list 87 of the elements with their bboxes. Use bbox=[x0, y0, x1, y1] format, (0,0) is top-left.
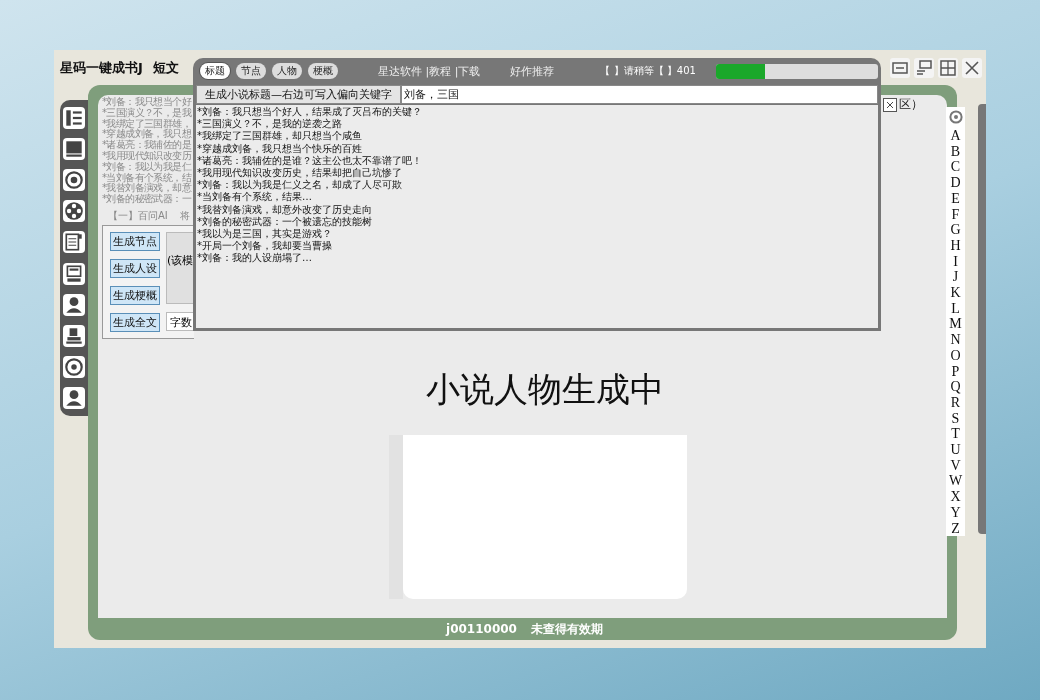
info-box: (该模 bbox=[166, 231, 194, 304]
result-item[interactable]: *穿越成刘备，我只想当个快乐的百姓 bbox=[197, 142, 878, 155]
index-letter[interactable]: U bbox=[950, 442, 961, 458]
layout-icon[interactable] bbox=[938, 58, 958, 78]
index-letter[interactable]: M bbox=[949, 316, 962, 333]
index-letter[interactable]: Y bbox=[950, 504, 961, 521]
validity-text: 未查得有效期 bbox=[530, 620, 603, 638]
list-item: *我绑定了三国群雄， bbox=[102, 118, 191, 130]
checkbox[interactable] bbox=[883, 97, 897, 112]
index-letter[interactable]: Z bbox=[951, 520, 960, 537]
generate-button[interactable]: 生成梗概 bbox=[110, 285, 160, 305]
list-item: *刘备：我只想当个好 bbox=[102, 97, 191, 108]
result-item[interactable]: *我以为是三国，其实是游戏？ bbox=[197, 228, 878, 241]
document-icon[interactable] bbox=[63, 231, 85, 254]
reel-icon[interactable] bbox=[63, 200, 85, 223]
index-letter[interactable]: O bbox=[950, 347, 961, 364]
person-at-desk-icon[interactable] bbox=[63, 324, 85, 347]
index-letter[interactable]: G bbox=[950, 222, 961, 238]
list-item: *我替刘备演戏，却意 bbox=[102, 183, 191, 194]
generate-button[interactable]: 生成节点 bbox=[110, 231, 160, 251]
result-item[interactable]: *刘备的秘密武器：一个被遗忘的技能树 bbox=[197, 215, 878, 229]
index-letter[interactable]: J bbox=[952, 269, 959, 286]
generate-button[interactable]: 生成全文 bbox=[110, 312, 160, 332]
status-text: 【 】请稍等【 】401 bbox=[600, 64, 696, 78]
index-letter[interactable]: S bbox=[951, 410, 960, 427]
account-id: j00110000 bbox=[446, 622, 517, 636]
index-letter[interactable]: W bbox=[948, 473, 963, 490]
label: 区） bbox=[899, 96, 923, 113]
index-letter[interactable]: D bbox=[950, 175, 961, 191]
link[interactable]: 星达软件 |教程 |下载 bbox=[378, 63, 481, 79]
list-item: *当刘备有个系统，结 bbox=[102, 172, 191, 184]
index-letter[interactable]: E bbox=[951, 190, 960, 207]
result-item[interactable]: *刘备：我的人设崩塌了… bbox=[197, 252, 878, 265]
label: 将 bbox=[179, 208, 190, 223]
index-letter[interactable]: T bbox=[951, 426, 960, 443]
result-item[interactable]: *当刘备有个系统，结果… bbox=[197, 191, 878, 204]
target-icon[interactable] bbox=[63, 356, 85, 379]
generate-button[interactable]: 生成人设 bbox=[110, 258, 160, 278]
monitor-icon[interactable] bbox=[63, 137, 85, 160]
result-item[interactable]: *我用现代知识改变历史，结果却把自己坑惨了 bbox=[197, 167, 878, 180]
result-item[interactable]: *开局一个刘备，我却要当曹操 bbox=[197, 240, 878, 253]
index-letter[interactable]: P bbox=[951, 363, 960, 380]
tab[interactable]: 人物 bbox=[272, 63, 302, 79]
link[interactable]: 好作推荐 bbox=[510, 63, 555, 79]
word-count-field[interactable]: 字数 bbox=[166, 311, 194, 331]
tab[interactable]: 节点 bbox=[236, 63, 266, 79]
tab[interactable]: 标题 bbox=[200, 63, 230, 79]
restore-icon[interactable] bbox=[914, 58, 934, 78]
tab[interactable]: 梗概 bbox=[308, 63, 338, 79]
index-letter[interactable]: B bbox=[950, 143, 961, 160]
list-item: *穿越成刘备，我只想 bbox=[102, 129, 191, 140]
result-item[interactable]: *我替刘备演戏，却意外改变了历史走向 bbox=[197, 203, 878, 216]
result-item[interactable]: *我绑定了三国群雄，却只想当个咸鱼 bbox=[197, 130, 878, 143]
target-icon[interactable] bbox=[63, 168, 85, 191]
target-icon[interactable] bbox=[947, 109, 964, 125]
mode-label: 短文 bbox=[152, 59, 179, 77]
list-item: *我用现代知识改变历 bbox=[102, 151, 191, 162]
index-letter[interactable]: L bbox=[951, 300, 960, 317]
computer-icon[interactable] bbox=[63, 262, 85, 285]
index-letter[interactable]: K bbox=[950, 285, 961, 301]
index-letter[interactable]: C bbox=[950, 159, 961, 176]
index-letter[interactable]: H bbox=[950, 237, 961, 254]
person-icon[interactable] bbox=[63, 387, 85, 410]
person-icon[interactable] bbox=[63, 293, 85, 316]
window-title: 星码一键成书J bbox=[60, 59, 143, 77]
result-item[interactable]: *诸葛亮：我辅佐的是谁？这主公也太不靠谱了吧！ bbox=[197, 154, 878, 167]
index-letter[interactable]: Q bbox=[950, 379, 961, 395]
index-letter[interactable]: R bbox=[950, 394, 961, 411]
index-letter[interactable]: V bbox=[950, 457, 961, 474]
index-letter[interactable]: X bbox=[950, 489, 961, 505]
heading: 小说人物生成中 bbox=[425, 369, 664, 410]
scrollbar[interactable] bbox=[978, 104, 986, 534]
list-item: *诸葛亮：我辅佐的是 bbox=[102, 140, 191, 151]
close-icon[interactable] bbox=[962, 58, 982, 78]
keyword-field[interactable]: 刘备，三国 bbox=[401, 85, 878, 104]
result-item[interactable]: *刘备：我以为我是仁义之名，却成了人尽可欺 bbox=[197, 179, 878, 192]
index-letter[interactable]: N bbox=[950, 332, 961, 348]
index-letter[interactable]: A bbox=[950, 128, 961, 144]
result-item[interactable]: *三国演义？不，是我的逆袭之路 bbox=[197, 118, 878, 131]
generate-title-button[interactable]: 生成小说标题—右边可写入偏向关键字 bbox=[196, 85, 401, 104]
list-item: *刘备：我以为我是仁 bbox=[102, 161, 191, 173]
list-icon[interactable] bbox=[63, 106, 85, 129]
index-letter[interactable]: F bbox=[951, 206, 960, 223]
result-item[interactable]: *刘备：我只想当个好人，结果成了灭吕布的关键？ bbox=[197, 106, 878, 119]
minimize-icon[interactable] bbox=[890, 58, 910, 78]
list-item: *三国演义？不，是我 bbox=[102, 107, 191, 119]
index-letter[interactable]: I bbox=[953, 253, 958, 270]
